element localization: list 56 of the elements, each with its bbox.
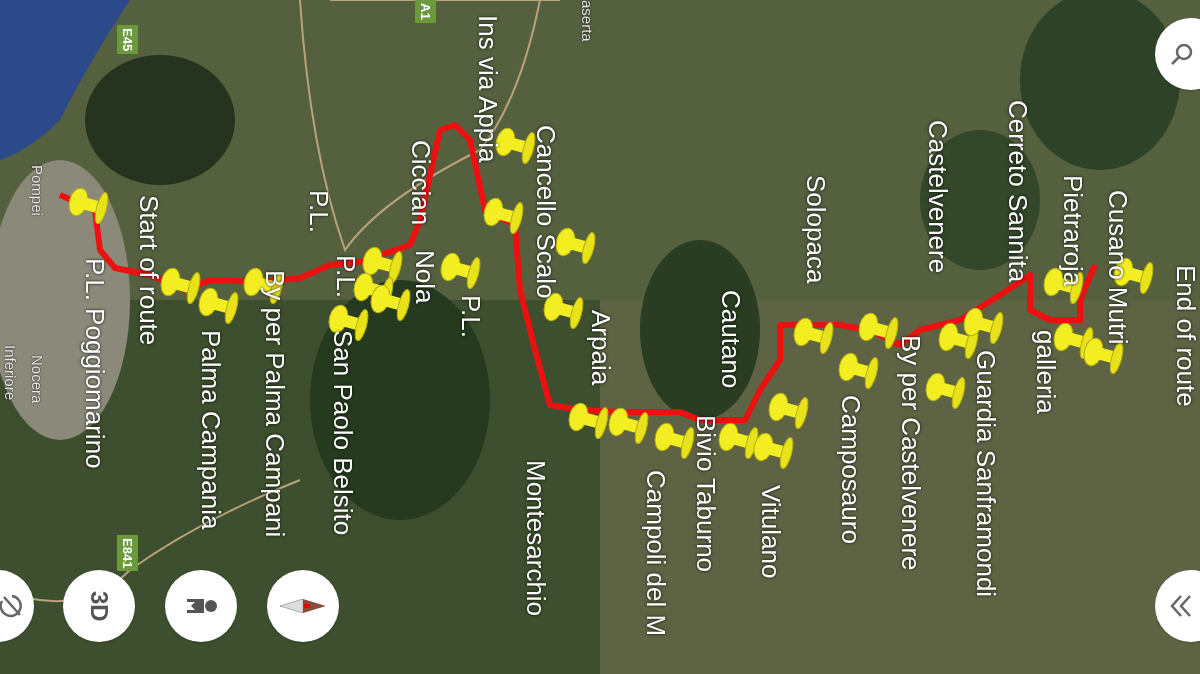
pushpin-icon xyxy=(718,422,759,460)
place-label: P.L. Poggiomarino xyxy=(82,258,108,469)
pushpin-icon xyxy=(608,407,649,445)
place-label: Ciccian xyxy=(408,140,434,226)
pushpin-icon xyxy=(838,352,879,390)
place-label: San Paolo Belsito xyxy=(330,330,356,536)
place-label: galleria xyxy=(1033,330,1059,414)
pushpin-icon xyxy=(858,312,899,350)
pushpin-icon xyxy=(568,402,609,440)
road-shield: E841 xyxy=(117,535,138,572)
place-label: Montesarchio xyxy=(523,460,549,617)
pushpin-icon xyxy=(963,307,1004,345)
place-label: Cusano Mutri xyxy=(1105,190,1131,345)
pushpin-icon xyxy=(555,227,596,265)
pushpin-icon xyxy=(753,432,794,470)
place-label: Camposauro xyxy=(838,395,864,544)
pushpin-icon xyxy=(160,267,201,305)
place-label: P.L. xyxy=(306,190,332,233)
pushpin-icon xyxy=(68,187,109,225)
place-label: Cautano xyxy=(718,290,744,389)
place-label: Arpaia xyxy=(588,310,614,386)
pushpin-icon xyxy=(370,284,411,322)
place-label: Campoli del M xyxy=(643,470,669,637)
place-label: Solopaca xyxy=(803,175,829,284)
place-label: Guardia Sanframondi xyxy=(973,350,999,598)
pushpin-icon xyxy=(925,372,966,410)
road-shield: A1 xyxy=(415,0,436,23)
place-label: Bivio Taburno xyxy=(693,415,719,573)
place-label: Nocera xyxy=(30,355,45,404)
place-label: Vitulano xyxy=(758,485,784,579)
place-label: Ins via Appia xyxy=(475,15,501,163)
place-label: Start of route xyxy=(136,195,162,346)
place-label: Pietraroja xyxy=(1060,175,1086,287)
place-label: End of route xyxy=(1173,265,1199,407)
pushpin-icon xyxy=(483,197,524,235)
pushpin-icon xyxy=(768,392,809,430)
pushpin-icon xyxy=(198,287,239,325)
place-label: P.L. xyxy=(333,255,359,298)
place-label: By per Palma Campani xyxy=(262,270,288,538)
rotate-icon xyxy=(0,593,24,619)
place-label: aserta xyxy=(580,0,595,42)
search-icon xyxy=(1169,41,1195,67)
place-label: Castelvenere xyxy=(925,120,951,274)
place-label: P.L. xyxy=(458,295,484,338)
place-label: Cancello Scalo xyxy=(533,125,559,299)
pushpin-icon xyxy=(440,252,481,290)
pushpin-icon xyxy=(654,422,695,460)
place-label: Pompei xyxy=(30,165,45,216)
road-shield: E45 xyxy=(117,25,138,55)
place-label: Palma Campania xyxy=(198,330,224,530)
pushpin-icon xyxy=(793,317,834,355)
double-chevron-icon xyxy=(1169,593,1193,619)
place-label: Inferiore xyxy=(3,345,18,401)
place-label: Cerreto Sannita xyxy=(1005,100,1031,283)
place-label: Nola xyxy=(412,250,438,304)
place-label: By per Castelvenere xyxy=(898,335,924,571)
